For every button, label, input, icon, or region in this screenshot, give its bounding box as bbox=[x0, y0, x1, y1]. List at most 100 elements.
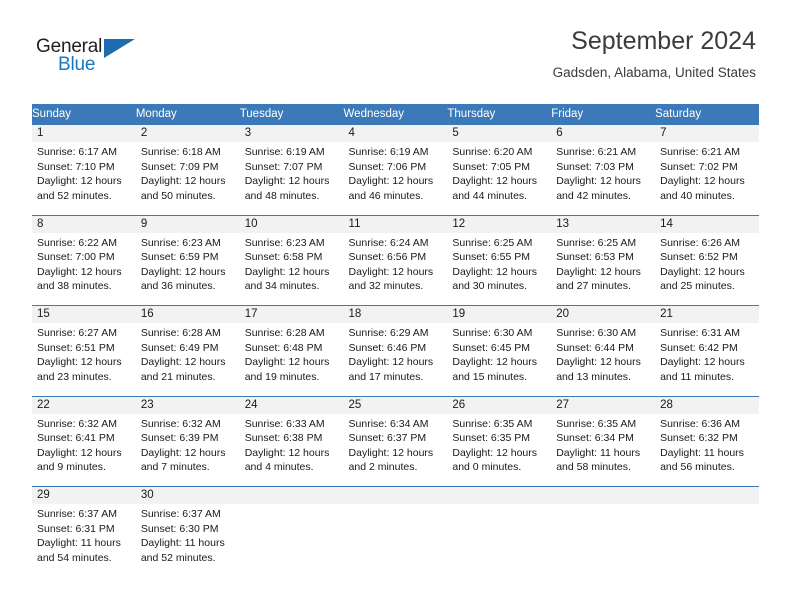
week-detail-row: Sunrise: 6:17 AM Sunset: 7:10 PM Daylight:… bbox=[32, 142, 759, 215]
sunrise-text: Sunrise: 6:23 AM bbox=[244, 236, 325, 249]
sunset-text: Sunset: 6:49 PM bbox=[140, 341, 219, 354]
daylight-text-line2: and 19 minutes. bbox=[244, 370, 320, 383]
day-number-cell[interactable]: 26 bbox=[447, 395, 552, 414]
sunrise-text: Sunrise: 6:19 AM bbox=[348, 146, 429, 158]
sunrise-text: Sunrise: 6:24 AM bbox=[348, 236, 429, 249]
sunrise-text: Sunrise: 6:18 AM bbox=[140, 146, 221, 158]
day-number-cell[interactable]: 4 bbox=[343, 125, 448, 142]
daylight-text-line2: and 9 minutes. bbox=[37, 461, 106, 474]
day-detail-cell[interactable]: Sunrise: 6:25 AM Sunset: 6:53 PM Daylight:… bbox=[551, 232, 656, 306]
day-number-cell[interactable]: 15 bbox=[32, 305, 136, 323]
day-number-cell[interactable]: 27 bbox=[551, 395, 656, 414]
day-detail-cell[interactable]: Sunrise: 6:29 AM Sunset: 6:46 PM Daylight:… bbox=[343, 323, 448, 396]
day-number-cell[interactable]: 17 bbox=[239, 305, 344, 323]
day-number-cell[interactable]: 24 bbox=[239, 395, 344, 414]
calendar-table: Sunday Monday Tuesday Wednesday Thursday… bbox=[32, 104, 759, 584]
day-number-cell[interactable]: 23 bbox=[135, 395, 240, 414]
sunrise-text: Sunrise: 6:30 AM bbox=[452, 327, 533, 339]
day-detail-lines: Sunrise: 6:25 AM Sunset: 6:53 PM Daylight:… bbox=[556, 236, 650, 294]
day-number-cell[interactable]: 8 bbox=[32, 214, 136, 233]
day-detail-cell[interactable]: Sunrise: 6:33 AM Sunset: 6:38 PM Daylight:… bbox=[239, 413, 344, 487]
day-detail-cell[interactable]: Sunrise: 6:21 AM Sunset: 7:03 PM Daylight:… bbox=[551, 142, 656, 215]
day-detail-cell[interactable]: Sunrise: 6:32 AM Sunset: 6:39 PM Daylight:… bbox=[135, 413, 240, 487]
daylight-text-line1: Daylight: 12 hours bbox=[140, 175, 226, 188]
day-detail-cell[interactable]: Sunrise: 6:37 AM Sunset: 6:30 PM Daylight:… bbox=[135, 504, 240, 584]
week-daynumber-row: 8 9 10 11 12 13 14 bbox=[32, 214, 759, 233]
day-number-cell[interactable]: 20 bbox=[551, 305, 656, 323]
day-detail-cell[interactable]: Sunrise: 6:28 AM Sunset: 6:49 PM Daylight:… bbox=[135, 323, 240, 396]
day-number-cell[interactable]: 12 bbox=[447, 214, 552, 233]
day-number-cell[interactable]: 19 bbox=[447, 305, 552, 323]
day-detail-cell[interactable]: Sunrise: 6:35 AM Sunset: 6:34 PM Daylight:… bbox=[551, 413, 656, 487]
sunset-text: Sunset: 6:56 PM bbox=[348, 251, 427, 264]
day-number-cell[interactable]: 2 bbox=[135, 125, 240, 142]
sunset-text: Sunset: 6:58 PM bbox=[244, 251, 323, 264]
day-detail-cell[interactable]: Sunrise: 6:36 AM Sunset: 6:32 PM Daylight:… bbox=[655, 413, 759, 487]
sunrise-text: Sunrise: 6:32 AM bbox=[37, 417, 117, 430]
day-number-cell[interactable]: 13 bbox=[551, 214, 656, 233]
day-detail-cell[interactable]: Sunrise: 6:18 AM Sunset: 7:09 PM Daylight:… bbox=[135, 142, 240, 215]
day-detail-cell[interactable]: Sunrise: 6:25 AM Sunset: 6:55 PM Daylight:… bbox=[447, 232, 552, 306]
sunrise-text: Sunrise: 6:27 AM bbox=[37, 327, 117, 339]
day-number-cell[interactable]: 9 bbox=[135, 214, 240, 233]
sunrise-text: Sunrise: 6:21 AM bbox=[660, 146, 741, 158]
day-detail-cell[interactable]: Sunrise: 6:30 AM Sunset: 6:45 PM Daylight:… bbox=[447, 323, 552, 396]
day-detail-cell bbox=[655, 504, 759, 584]
sunrise-text: Sunrise: 6:36 AM bbox=[660, 417, 741, 430]
general-blue-logo[interactable]: General Blue bbox=[36, 36, 146, 82]
day-detail-cell[interactable]: Sunrise: 6:27 AM Sunset: 6:51 PM Daylight:… bbox=[32, 323, 136, 396]
day-number-cell[interactable]: 7 bbox=[655, 125, 759, 142]
day-number-cell[interactable]: 30 bbox=[135, 486, 240, 504]
day-detail-cell[interactable]: Sunrise: 6:19 AM Sunset: 7:07 PM Daylight:… bbox=[239, 142, 344, 215]
day-number-cell[interactable]: 16 bbox=[135, 305, 240, 323]
day-number-cell[interactable]: 14 bbox=[655, 214, 759, 233]
day-detail-cell[interactable]: Sunrise: 6:21 AM Sunset: 7:02 PM Daylight:… bbox=[655, 142, 759, 215]
day-number-cell[interactable]: 21 bbox=[655, 305, 759, 323]
daylight-text-line1: Daylight: 12 hours bbox=[37, 265, 122, 278]
day-detail-cell[interactable]: Sunrise: 6:22 AM Sunset: 7:00 PM Daylight:… bbox=[32, 232, 136, 306]
day-detail-lines: Sunrise: 6:23 AM Sunset: 6:59 PM Daylight:… bbox=[141, 236, 235, 294]
day-detail-cell[interactable]: Sunrise: 6:23 AM Sunset: 6:58 PM Daylight:… bbox=[239, 232, 344, 306]
daylight-text-line1: Daylight: 12 hours bbox=[140, 356, 226, 369]
daylight-text-line1: Daylight: 11 hours bbox=[660, 446, 744, 459]
day-number-cell bbox=[551, 486, 656, 504]
day-detail-cell[interactable]: Sunrise: 6:32 AM Sunset: 6:41 PM Daylight:… bbox=[32, 413, 136, 487]
day-detail-cell[interactable]: Sunrise: 6:34 AM Sunset: 6:37 PM Daylight:… bbox=[343, 413, 448, 487]
day-number-cell[interactable]: 25 bbox=[343, 395, 448, 414]
daylight-text-line2: and 50 minutes. bbox=[140, 189, 216, 202]
day-detail-cell[interactable]: Sunrise: 6:37 AM Sunset: 6:31 PM Daylight:… bbox=[32, 504, 136, 584]
daylight-text-line1: Daylight: 12 hours bbox=[660, 356, 745, 369]
day-detail-cell[interactable]: Sunrise: 6:23 AM Sunset: 6:59 PM Daylight:… bbox=[135, 232, 240, 306]
day-detail-lines: Sunrise: 6:17 AM Sunset: 7:10 PM Daylight:… bbox=[37, 145, 131, 203]
daylight-text-line1: Daylight: 12 hours bbox=[556, 175, 641, 188]
day-detail-cell bbox=[551, 504, 656, 584]
daylight-text-line1: Daylight: 12 hours bbox=[452, 265, 538, 278]
day-number-cell[interactable]: 10 bbox=[239, 214, 344, 233]
day-number-cell[interactable]: 28 bbox=[655, 395, 759, 414]
sunrise-text: Sunrise: 6:28 AM bbox=[140, 327, 221, 339]
day-number-cell[interactable]: 18 bbox=[343, 305, 448, 323]
day-number-cell[interactable]: 5 bbox=[447, 125, 552, 142]
sunrise-text: Sunrise: 6:20 AM bbox=[452, 146, 533, 158]
calendar-page: General Blue September 2024 Gadsden, Ala… bbox=[0, 0, 792, 612]
day-detail-cell[interactable]: Sunrise: 6:20 AM Sunset: 7:05 PM Daylight:… bbox=[447, 142, 552, 215]
daylight-text-line2: and 11 minutes. bbox=[660, 370, 734, 383]
day-detail-cell[interactable]: Sunrise: 6:31 AM Sunset: 6:42 PM Daylight:… bbox=[655, 323, 759, 396]
day-detail-cell[interactable]: Sunrise: 6:17 AM Sunset: 7:10 PM Daylight:… bbox=[32, 142, 136, 215]
daylight-text-line1: Daylight: 11 hours bbox=[37, 537, 121, 550]
day-number-cell[interactable]: 22 bbox=[32, 395, 136, 414]
day-number-cell[interactable]: 6 bbox=[551, 125, 656, 142]
day-detail-cell[interactable]: Sunrise: 6:19 AM Sunset: 7:06 PM Daylight:… bbox=[343, 142, 448, 215]
day-number-cell[interactable]: 1 bbox=[32, 125, 136, 142]
day-number-cell[interactable]: 3 bbox=[239, 125, 344, 142]
day-detail-cell[interactable]: Sunrise: 6:35 AM Sunset: 6:35 PM Daylight:… bbox=[447, 413, 552, 487]
day-detail-cell[interactable]: Sunrise: 6:28 AM Sunset: 6:48 PM Daylight:… bbox=[239, 323, 344, 396]
day-detail-cell[interactable]: Sunrise: 6:30 AM Sunset: 6:44 PM Daylight:… bbox=[551, 323, 656, 396]
week-detail-row: Sunrise: 6:32 AM Sunset: 6:41 PM Daylight:… bbox=[32, 413, 759, 487]
day-number-cell[interactable]: 29 bbox=[32, 486, 136, 504]
day-detail-cell[interactable]: Sunrise: 6:26 AM Sunset: 6:52 PM Daylight:… bbox=[655, 232, 759, 306]
day-number-cell[interactable]: 11 bbox=[343, 214, 448, 233]
day-detail-cell[interactable]: Sunrise: 6:24 AM Sunset: 6:56 PM Daylight:… bbox=[343, 232, 448, 306]
daylight-text-line1: Daylight: 12 hours bbox=[452, 175, 538, 188]
day-detail-cell bbox=[447, 504, 552, 584]
